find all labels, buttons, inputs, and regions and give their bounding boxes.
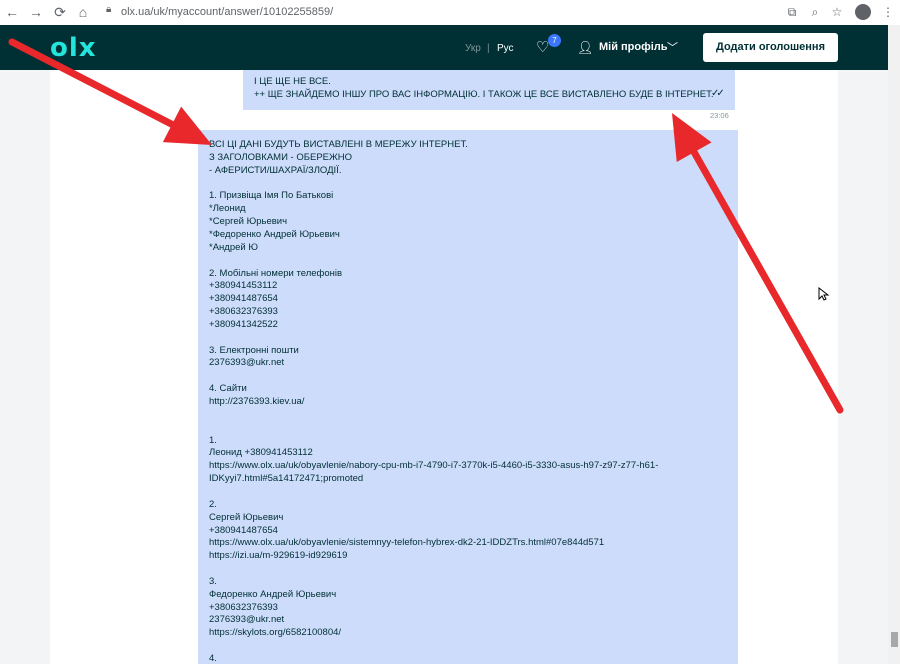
lang-ukr[interactable]: Укр <box>465 43 481 55</box>
lang-separator: | <box>487 43 490 54</box>
lock-icon[interactable]: 🔒︎ <box>106 4 111 15</box>
message-line: 2. <box>209 498 217 510</box>
message-line: +380941487654 <box>209 293 278 305</box>
lang-rus[interactable]: Рус <box>497 43 514 55</box>
chevron-down-icon[interactable]: ﹀ <box>667 39 678 55</box>
message-line: 4. <box>209 653 217 664</box>
message-time: 23:06 <box>710 111 729 120</box>
message-line: 2376393@ukr.net <box>209 357 285 369</box>
message-bubble-top: І ЦЕ ЩЕ НЕ ВСЕ. ++ ЩЕ ЗНАЙДЕМО ІНШУ ПРО … <box>243 70 735 110</box>
read-checkmarks-icon: ✓✓ <box>711 88 725 99</box>
post-ad-button[interactable]: Додати оголошення <box>703 33 838 62</box>
message-line: Федоренко Андрей Юрьевич <box>209 588 337 600</box>
zoom-icon[interactable]: ⌕ <box>806 3 824 21</box>
browser-toolbar: ← → ⟳ ⌂ 🔒︎ olx.ua/uk/myaccount/answer/10… <box>0 0 900 26</box>
scrollbar[interactable] <box>888 25 900 664</box>
message-line: +380941342522 <box>209 318 278 330</box>
message-line: https://skylots.org/6582100804/ <box>209 627 342 639</box>
message-line: 1. Призвіща Імя По Батькові <box>209 190 334 202</box>
mouse-cursor-icon <box>818 287 830 301</box>
scrollbar-thumb[interactable] <box>891 632 898 647</box>
message-line: 1. <box>209 434 217 446</box>
message-line: Сергей Юрьевич <box>209 511 284 523</box>
extension-icon[interactable]: ⧉ <box>783 3 801 21</box>
message-line: IDKyyi7.html#5a14172471;promoted <box>209 473 364 485</box>
olx-logo[interactable]: olx <box>50 33 97 63</box>
profile-menu[interactable]: Мій профіль <box>599 41 668 53</box>
message-line: 3. <box>209 575 217 587</box>
message-line: *Сергей Юрьевич <box>209 216 288 228</box>
message-line: +380632376393 <box>209 306 278 318</box>
message-line: +380632376393 <box>209 601 278 613</box>
message-line: З ЗАГОЛОВКАМИ - ОБЕРЕЖНО <box>209 151 353 163</box>
account-icon[interactable] <box>855 4 871 20</box>
message-line: https://www.olx.ua/uk/obyavlenie/sistemn… <box>209 537 605 549</box>
message-line: https://www.olx.ua/uk/obyavlenie/nabory-… <box>209 460 659 472</box>
message-line: *Леонид <box>209 203 246 215</box>
message-line: https://izi.ua/m-929619-id929619 <box>209 550 348 562</box>
message-line: 4. Сайти <box>209 383 247 395</box>
message-line: ++ ЩЕ ЗНАЙДЕМО ІНШУ ПРО ВАС ІНФОРМАЦІЮ. … <box>254 89 714 100</box>
message-line: Леонид +380941453112 <box>209 447 313 459</box>
message-bubble-main: ВСІ ЦІ ДАНІ БУДУТЬ ВИСТАВЛЕНІ В МЕРЕЖУ І… <box>198 130 738 664</box>
home-icon[interactable]: ⌂ <box>74 3 92 21</box>
message-line: І ЦЕ ЩЕ НЕ ВСЕ. <box>254 76 331 87</box>
message-line: ВСІ ЦІ ДАНІ БУДУТЬ ВИСТАВЛЕНІ В МЕРЕЖУ І… <box>209 139 468 150</box>
favorites-badge: 7 <box>548 34 561 47</box>
message-line: +380941453112 <box>209 280 278 292</box>
reload-icon[interactable]: ⟳ <box>51 3 69 21</box>
back-icon[interactable]: ← <box>3 3 21 21</box>
message-line: - АФЕРИСТИ/ШАХРАЇ/ЗЛОДІЇ. <box>209 164 342 176</box>
forward-icon[interactable]: → <box>27 3 45 21</box>
message-line: 2376393@ukr.net <box>209 614 285 626</box>
address-bar[interactable]: olx.ua/uk/myaccount/answer/10102255859/ <box>121 4 333 20</box>
star-icon[interactable]: ☆ <box>828 3 846 21</box>
message-line: 3. Електронні пошти <box>209 344 299 356</box>
message-line: 2. Мобільні номери телефонів <box>209 267 343 279</box>
message-line: *Андрей Ю <box>209 241 258 253</box>
message-line: +380941487654 <box>209 524 278 536</box>
menu-icon[interactable]: ⋮ <box>879 3 897 21</box>
message-line: http://2376393.kiev.ua/ <box>209 396 305 407</box>
message-line: *Федоренко Андрей Юрьевич <box>209 228 340 240</box>
user-icon[interactable]: 👤︎ <box>577 40 594 56</box>
